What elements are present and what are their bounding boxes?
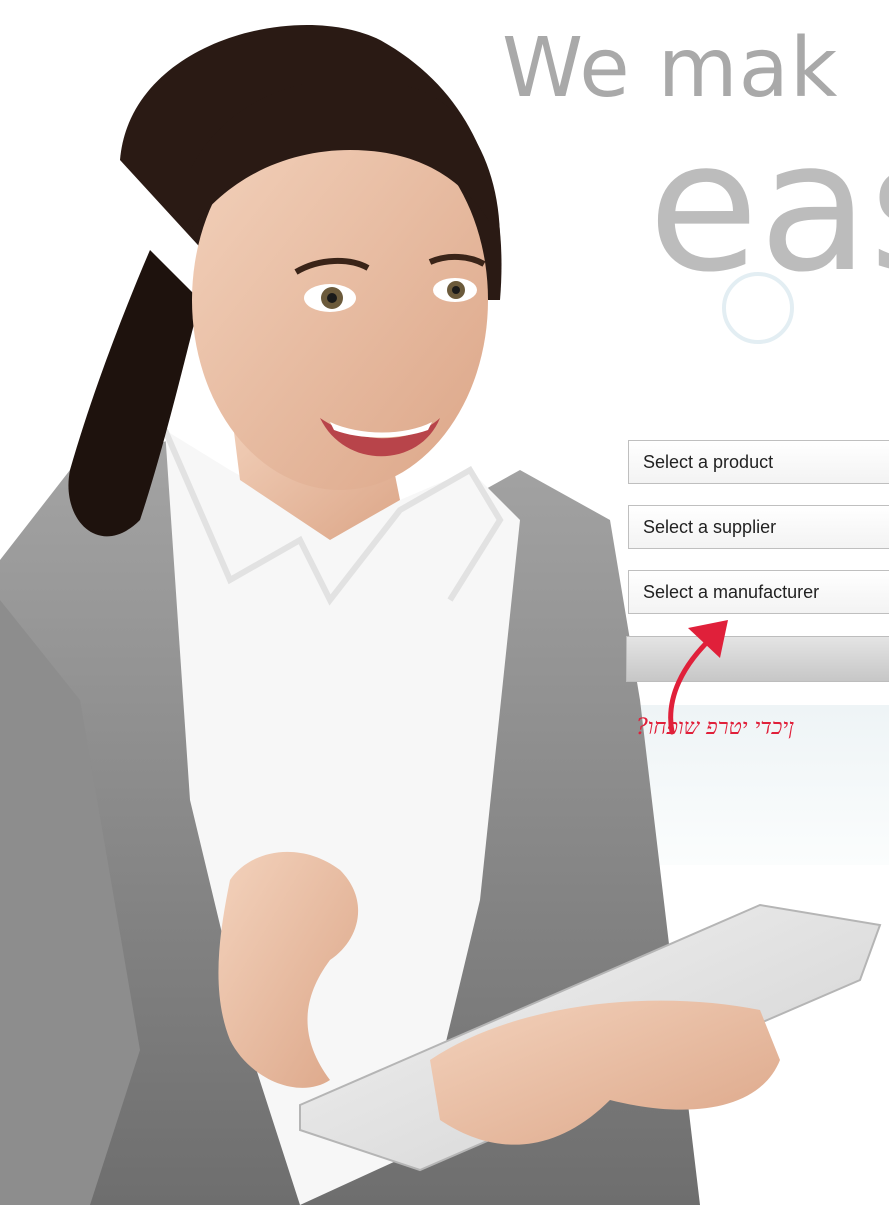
hero-banner: We mak ea s xyxy=(0,0,889,1205)
supplier-select[interactable]: Select a supplier xyxy=(628,505,889,549)
handwritten-note: ?ןיכדי יטרפ שופחו xyxy=(636,715,794,740)
product-select[interactable]: Select a product xyxy=(628,440,889,484)
manufacturer-select[interactable]: Select a manufacturer xyxy=(628,570,889,614)
